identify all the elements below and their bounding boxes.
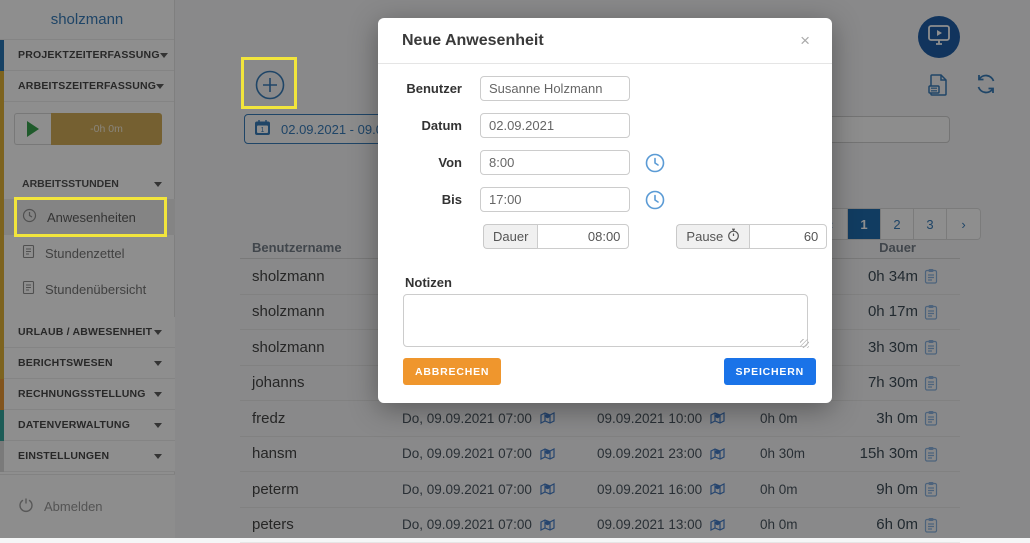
close-icon[interactable]: × — [800, 32, 810, 49]
cancel-button[interactable]: ABBRECHEN — [403, 358, 501, 385]
modal-header: Neue Anwesenheit × — [378, 18, 832, 64]
dauer-label: Dauer — [483, 224, 537, 249]
notizen-label: Notizen — [405, 275, 832, 290]
clock-icon[interactable] — [645, 190, 665, 210]
pause-field[interactable] — [749, 224, 827, 249]
pause-label: Pause — [676, 224, 749, 249]
field-row-benutzer: Benutzer — [378, 76, 832, 101]
datum-field[interactable] — [480, 113, 630, 138]
stopwatch-icon — [727, 228, 740, 245]
resize-handle[interactable] — [800, 339, 809, 348]
bis-label: Bis — [378, 192, 462, 207]
notizen-field[interactable] — [403, 294, 808, 347]
field-row-bis: Bis — [378, 187, 832, 212]
field-row-datum: Datum — [378, 113, 832, 138]
benutzer-field[interactable] — [480, 76, 630, 101]
bis-field[interactable] — [480, 187, 630, 212]
modal-actions: ABBRECHEN SPEICHERN — [378, 358, 832, 385]
benutzer-label: Benutzer — [378, 81, 462, 96]
dauer-field[interactable] — [537, 224, 629, 249]
modal-title: Neue Anwesenheit — [402, 32, 544, 50]
field-row-von: Von — [378, 150, 832, 175]
pause-group: Pause — [676, 224, 827, 249]
von-label: Von — [378, 155, 462, 170]
save-button[interactable]: SPEICHERN — [724, 358, 816, 385]
field-row-dauer-pause: Dauer Pause — [378, 224, 832, 249]
dauer-group: Dauer — [483, 224, 629, 249]
datum-label: Datum — [378, 118, 462, 133]
new-attendance-modal: Neue Anwesenheit × Benutzer Datum Von Bi… — [378, 18, 832, 403]
clock-icon[interactable] — [645, 153, 665, 173]
pause-label-text: Pause — [686, 229, 723, 244]
von-field[interactable] — [480, 150, 630, 175]
